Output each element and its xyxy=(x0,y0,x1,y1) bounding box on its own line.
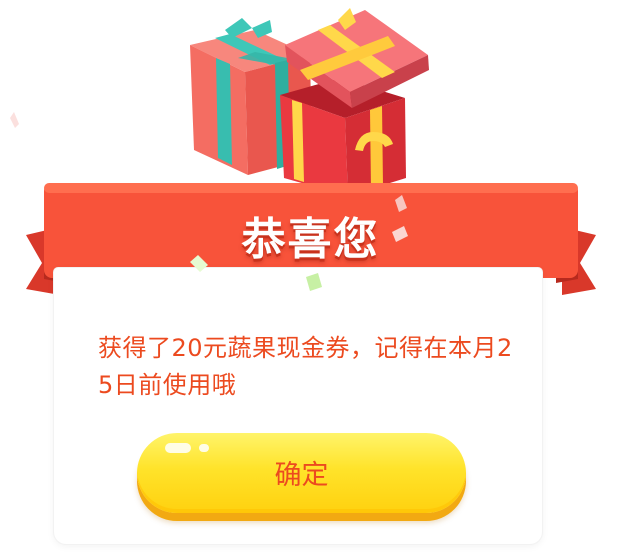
reward-dialog: 恭喜您 获得了20元蔬果现金券，记得在本月25日前使用哦 确定 xyxy=(0,0,621,557)
button-highlight xyxy=(165,443,191,453)
dialog-title: 恭喜您 xyxy=(241,214,380,265)
reward-message: 获得了20元蔬果现金券，记得在本月25日前使用哦 xyxy=(98,334,513,399)
confirm-button[interactable]: 确定 xyxy=(137,433,466,513)
confirm-button-label: 确定 xyxy=(274,460,329,491)
button-highlight-dot xyxy=(199,444,209,452)
